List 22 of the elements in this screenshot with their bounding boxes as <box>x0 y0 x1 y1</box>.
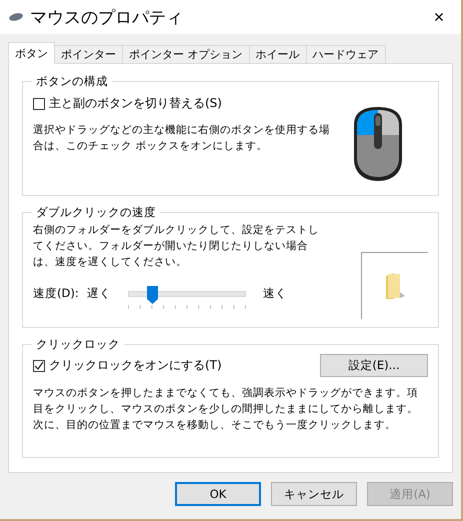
settings-button[interactable]: 設定(E)... <box>320 354 428 377</box>
close-button[interactable]: × <box>417 0 461 34</box>
slow-label: 遅く <box>87 286 111 301</box>
description-text: マウスのボタンを押したままでなくても、強調表示やドラッグができます。項目をクリックし、マウスのボタンを少しの間押したままにしてから離します。次に、目的の位置までマウスを移動し、そこでもう一度クリックします。 <box>33 386 419 433</box>
slider-thumb[interactable] <box>146 286 158 304</box>
group-title: ダブルクリックの速度 <box>35 205 157 220</box>
dialog-button[interactable]: OK <box>175 482 261 506</box>
checkbox-label[interactable]: 主と副のボタンを切り替える(S) <box>49 95 222 112</box>
mouse-icon <box>8 12 24 22</box>
fast-label: 速く <box>263 286 287 301</box>
speed-label: 速度(D): <box>33 286 79 301</box>
checkbox[interactable] <box>33 98 45 110</box>
checkbox-label[interactable]: クリックロックをオンにする(T) <box>49 357 222 374</box>
tab[interactable]: ボタン <box>8 42 55 64</box>
window-title: マウスのプロパティ <box>30 6 184 28</box>
group-title: ボタンの構成 <box>35 74 109 89</box>
tab[interactable]: ハードウェア <box>306 45 386 64</box>
description-text: 選択やドラッグなどの主な機能に右側のボタンを使用する場合は、このチェック ボックスをオンにします。 <box>33 123 331 154</box>
checkbox[interactable] <box>33 360 45 372</box>
description-text: 右側のフォルダーをダブルクリックして、設定をテストしてください。フォルダーが開いたり閉じたりしない場合は、速度を遅くしてください。 <box>33 223 320 270</box>
group-title: クリックロック <box>35 337 121 352</box>
dialog-button[interactable]: キャンセル <box>271 482 357 506</box>
